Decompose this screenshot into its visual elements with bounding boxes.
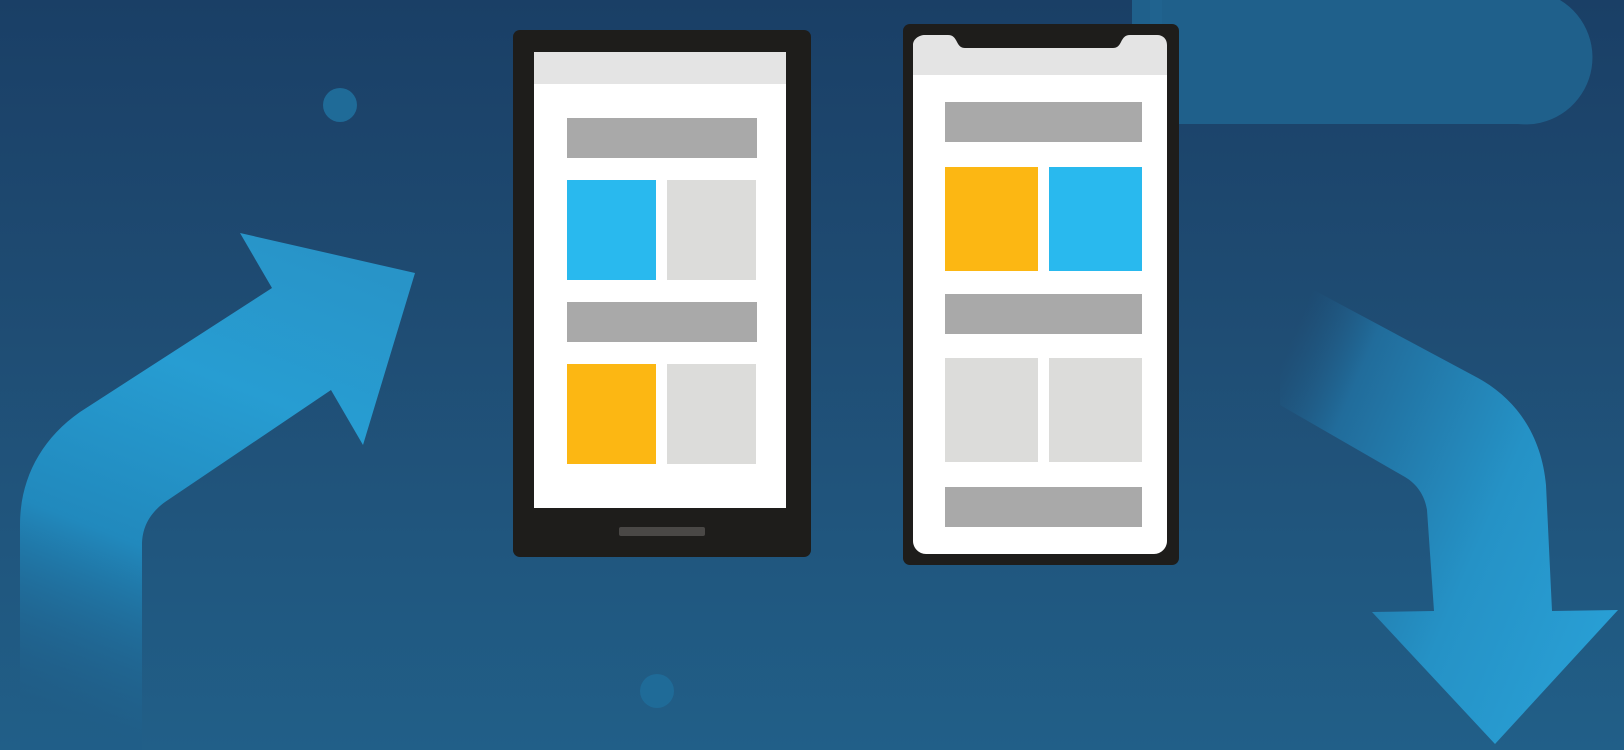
grey-tile bbox=[945, 358, 1038, 462]
decorative-dot bbox=[640, 674, 674, 708]
blue-tile bbox=[567, 180, 656, 280]
yellow-tile bbox=[945, 167, 1038, 271]
phone-screen bbox=[534, 52, 786, 508]
yellow-tile bbox=[567, 364, 656, 464]
blue-tile bbox=[1049, 167, 1142, 271]
decorative-dot bbox=[323, 88, 357, 122]
classic-phone bbox=[513, 30, 811, 557]
illustration-canvas bbox=[0, 0, 1624, 750]
placeholder-header-bar bbox=[945, 102, 1142, 142]
status-bar bbox=[534, 52, 786, 84]
grey-tile bbox=[667, 364, 756, 464]
grey-tile bbox=[667, 180, 756, 280]
placeholder-bar bbox=[567, 302, 757, 342]
placeholder-footer-bar bbox=[945, 487, 1142, 527]
grey-tile bbox=[1049, 358, 1142, 462]
notched-phone bbox=[903, 24, 1179, 565]
home-button-icon bbox=[619, 527, 705, 536]
placeholder-header-bar bbox=[567, 118, 757, 158]
arrow-down-right-icon bbox=[1280, 272, 1618, 744]
placeholder-bar bbox=[945, 294, 1142, 334]
